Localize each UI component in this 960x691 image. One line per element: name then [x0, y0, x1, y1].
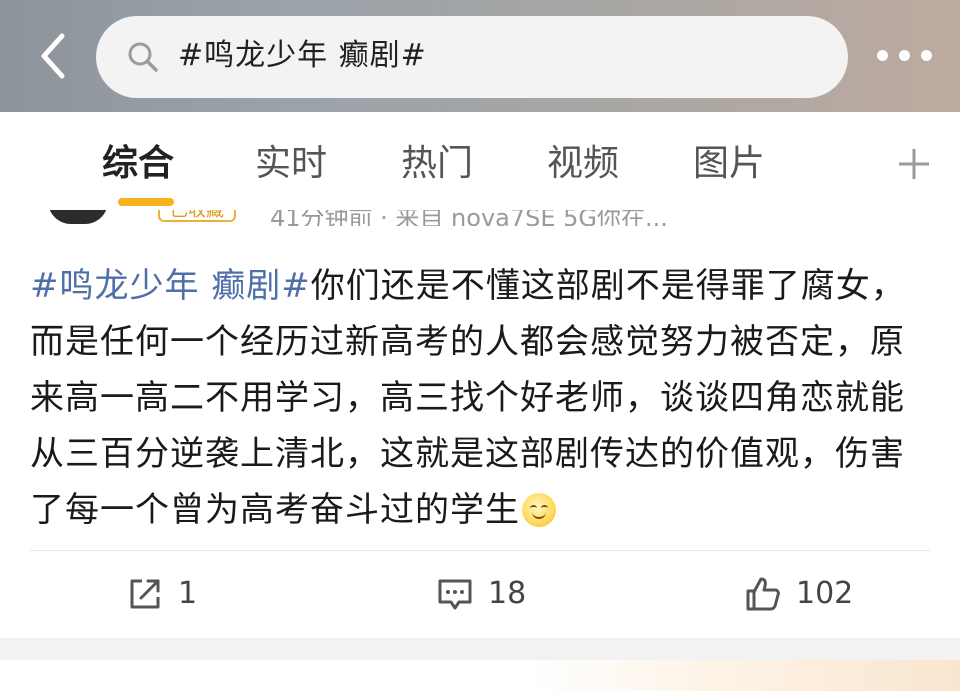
top-bar: #鸣龙少年 癫剧#: [0, 0, 960, 112]
smile-emoji-icon: [522, 493, 556, 527]
repost-icon: [130, 579, 160, 609]
status-badge: 已收藏: [158, 210, 236, 222]
tab-images[interactable]: 图片: [693, 142, 765, 186]
next-card-cut: [0, 660, 960, 691]
post-header-cut: 已收藏 41分钟前 · 来自 nova7SE 5G你在...: [0, 210, 960, 226]
more-icon[interactable]: [875, 50, 935, 64]
tab-comprehensive[interactable]: 综合: [102, 142, 174, 186]
avatar[interactable]: [48, 210, 108, 224]
active-tab-indicator: [118, 198, 174, 206]
like-button[interactable]: 102: [744, 572, 853, 616]
comment-button[interactable]: 18: [436, 572, 526, 616]
post-body: #鸣龙少年 癫剧#你们还是不懂这部剧不是得罪了腐女，而是任何一个经历过新高考的人…: [30, 258, 930, 538]
search-input[interactable]: #鸣龙少年 癫剧#: [96, 16, 848, 98]
repost-button[interactable]: 1: [126, 572, 197, 616]
search-query: #鸣龙少年 癫剧#: [178, 38, 427, 73]
plus-icon[interactable]: [896, 146, 932, 182]
search-icon: [126, 40, 160, 74]
tab-video[interactable]: 视频: [547, 142, 619, 186]
post-meta: 41分钟前 · 来自 nova7SE 5G你在...: [270, 210, 668, 226]
like-count: 102: [796, 576, 854, 611]
tab-realtime[interactable]: 实时: [255, 142, 327, 186]
repost-count: 1: [178, 576, 198, 611]
tab-bar: 综合 实时 热门 视频 图片: [0, 112, 960, 210]
back-arrow-icon[interactable]: [34, 30, 74, 82]
like-icon: [746, 577, 780, 611]
hashtag-link[interactable]: #鸣龙少年 癫剧#: [30, 266, 311, 306]
divider: [30, 550, 930, 551]
post-card[interactable]: 已收藏 41分钟前 · 来自 nova7SE 5G你在... #鸣龙少年 癫剧#…: [0, 210, 960, 638]
tab-hot[interactable]: 热门: [401, 142, 473, 186]
comment-icon: [438, 579, 472, 610]
comment-count: 18: [488, 576, 527, 611]
